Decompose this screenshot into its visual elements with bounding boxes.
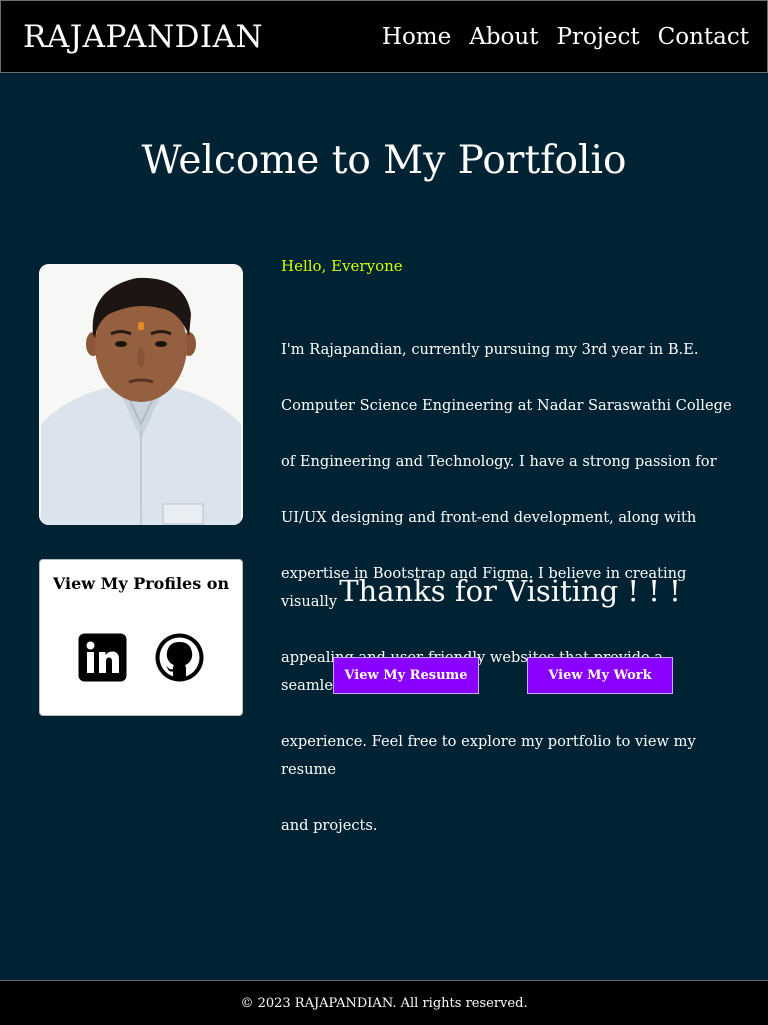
footer: © 2023 RAJAPANDIAN. All rights reserved.	[0, 980, 768, 1025]
bio-line: UI/UX designing and front-end developmen…	[281, 509, 697, 526]
bio-line: of Engineering and Technology. I have a …	[281, 453, 717, 470]
profile-photo	[39, 264, 243, 525]
profile-photo-image	[39, 264, 243, 525]
copyright-text: © 2023 RAJAPANDIAN. All rights reserved.	[240, 995, 528, 1011]
bio-line: I'm Rajapandian, currently pursuing my 3…	[281, 341, 699, 358]
greeting-text: Hello, Everyone	[281, 257, 403, 275]
view-work-button[interactable]: View My Work	[527, 657, 673, 694]
social-icons	[40, 633, 242, 682]
page-title: Welcome to My Portfolio	[141, 138, 627, 183]
view-resume-button[interactable]: View My Resume	[333, 657, 479, 694]
nav-links: Home About Project Contact	[364, 24, 749, 50]
navbar: RAJAPANDIAN Home About Project Contact	[0, 0, 768, 73]
profiles-title: View My Profiles on	[52, 574, 230, 593]
nav-contact-link[interactable]: Contact	[658, 24, 749, 50]
nav-project-link[interactable]: Project	[556, 24, 639, 50]
nav-home-link[interactable]: Home	[382, 24, 451, 50]
nav-about-link[interactable]: About	[469, 24, 538, 50]
thanks-heading: Thanks for Visiting ! ! !	[339, 574, 681, 608]
bio-line: experience. Feel free to explore my port…	[281, 733, 696, 778]
bio-line: Computer Science Engineering at Nadar Sa…	[281, 397, 732, 414]
bio-line: and projects.	[281, 817, 378, 834]
brand-logo[interactable]: RAJAPANDIAN	[23, 19, 263, 55]
github-icon[interactable]	[155, 633, 204, 682]
profiles-card: View My Profiles on	[39, 559, 243, 716]
linkedin-icon[interactable]	[78, 633, 127, 682]
